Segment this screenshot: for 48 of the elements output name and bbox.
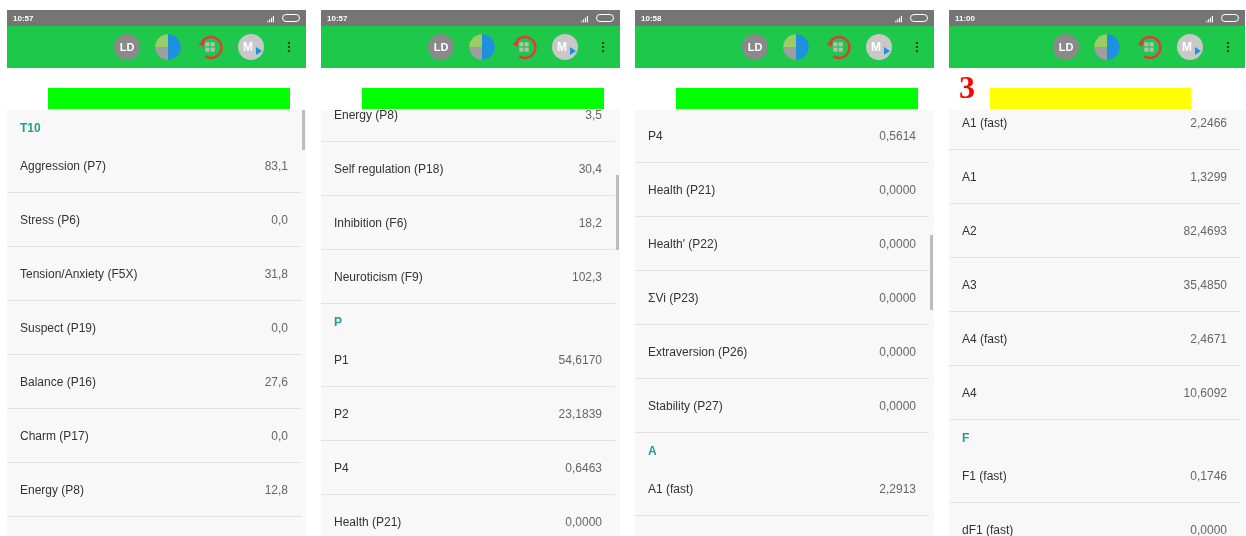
pie-chart-icon[interactable] [154,33,182,61]
list-row[interactable]: A1 (fast) 2,2913 [635,462,929,516]
list-row[interactable]: A1 (fast) 2,2466 [949,110,1240,150]
list-row[interactable]: ΣVi (P23) 0,0000 [635,271,929,325]
list-row[interactable]: Tension/Anxiety (F5X) 31,8 [7,247,301,301]
list-row[interactable]: P4 0,5614 [635,110,929,163]
section-header: P [333,314,343,331]
list-row[interactable]: Stress (P6) 0,0 [7,193,301,247]
list-row[interactable]: Health (P21) 0,0000 [321,495,615,536]
list-row[interactable]: Energy (P8) 3,5 [321,110,615,142]
list-row[interactable]: Balance (P16) 27,6 [7,355,301,409]
clock-time: 10:57 [13,13,35,23]
refresh-grid-icon[interactable] [824,33,852,61]
list-row[interactable]: Health' (P22) 0,0000 [635,217,929,271]
list-row[interactable]: P4 0,6463 [321,441,615,495]
list-row[interactable]: P1 54,6170 [321,333,615,387]
refresh-grid-icon[interactable] [196,33,224,61]
list-row[interactable]: Aggression (P7) 83,1 [7,139,301,193]
list-row[interactable]: Neuroticism (F9) 102,3 [321,250,615,304]
list-row[interactable]: A1 1,3299 [949,150,1240,204]
pie-chart-icon[interactable] [1093,33,1121,61]
list-row[interactable]: Self regulation (P18) 30,4 [321,142,615,196]
list-row[interactable]: Energy (P8) 12,8 [7,463,301,517]
list-row[interactable]: A2 82,4693 [949,204,1240,258]
list-row[interactable]: dF1 (fast) 0,0000 [949,503,1240,536]
pie-chart-icon[interactable] [782,33,810,61]
section-header: A [647,443,658,460]
list-row[interactable]: A3 35,4850 [949,258,1240,312]
clock-time: 11:00 [955,13,977,23]
list-row[interactable]: A4 (fast) 2,4671 [949,312,1240,366]
scrollbar-thumb [302,110,305,150]
list-row[interactable]: F1 (fast) 0,1746 [949,449,1240,503]
list-row[interactable]: Health (P21) 0,0000 [635,163,929,217]
refresh-grid-icon[interactable] [510,33,538,61]
section-header: F [961,430,971,447]
list-row[interactable]: Extraversion (P26) 0,0000 [635,325,929,379]
refresh-grid-icon[interactable] [1135,33,1163,61]
list-row[interactable]: Stability (P27) 0,0000 [635,379,929,433]
list-row[interactable]: A4 10,6092 [949,366,1240,420]
step-number: 3 [959,70,975,104]
list-row[interactable]: P2 23,1839 [321,387,615,441]
clock-time: 10:58 [641,13,663,23]
list-row[interactable]: Charm (P17) 0,0 [7,409,301,463]
section-header: T10 [19,120,42,137]
clock-time: 10:57 [327,13,349,23]
list-row[interactable]: Inhibition (F6) 18,2 [321,196,615,250]
list-row[interactable]: Suspect (P19) 0,0 [7,301,301,355]
pie-chart-icon[interactable] [468,33,496,61]
